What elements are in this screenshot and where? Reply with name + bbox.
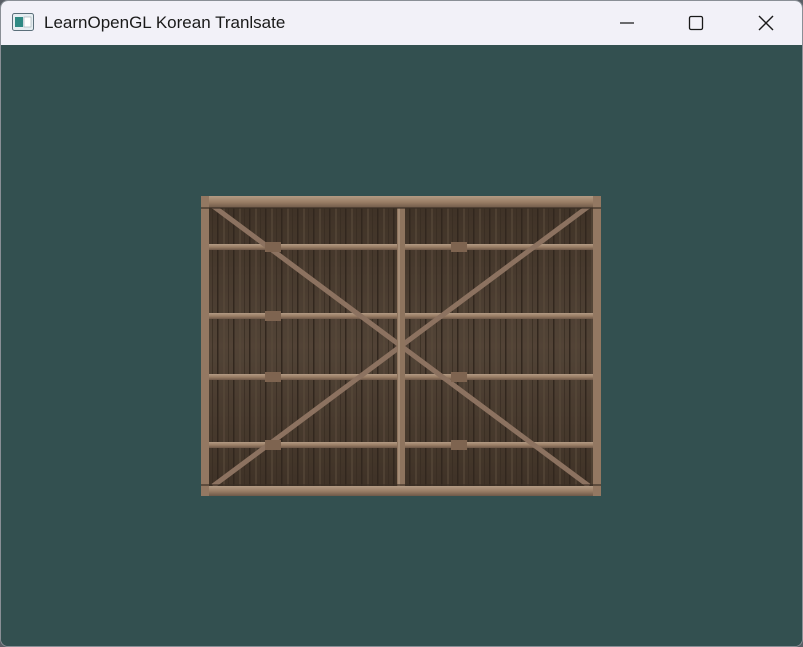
textured-quad (201, 196, 601, 496)
minimize-button[interactable] (592, 1, 662, 45)
app-window: LearnOpenGL Korean Tranlsate (0, 0, 803, 647)
frame-left (201, 196, 209, 496)
close-button[interactable] (731, 1, 801, 45)
frame-right (593, 196, 601, 496)
close-icon (758, 15, 774, 31)
app-window-icon (12, 13, 34, 31)
window-title: LearnOpenGL Korean Tranlsate (44, 13, 286, 32)
opengl-viewport[interactable] (1, 45, 802, 646)
maximize-icon (688, 15, 704, 31)
frame-top (201, 196, 601, 208)
frame-bottom (201, 486, 601, 496)
minimize-icon (620, 22, 634, 24)
title-bar[interactable]: LearnOpenGL Korean Tranlsate (1, 1, 802, 45)
maximize-button[interactable] (661, 1, 731, 45)
